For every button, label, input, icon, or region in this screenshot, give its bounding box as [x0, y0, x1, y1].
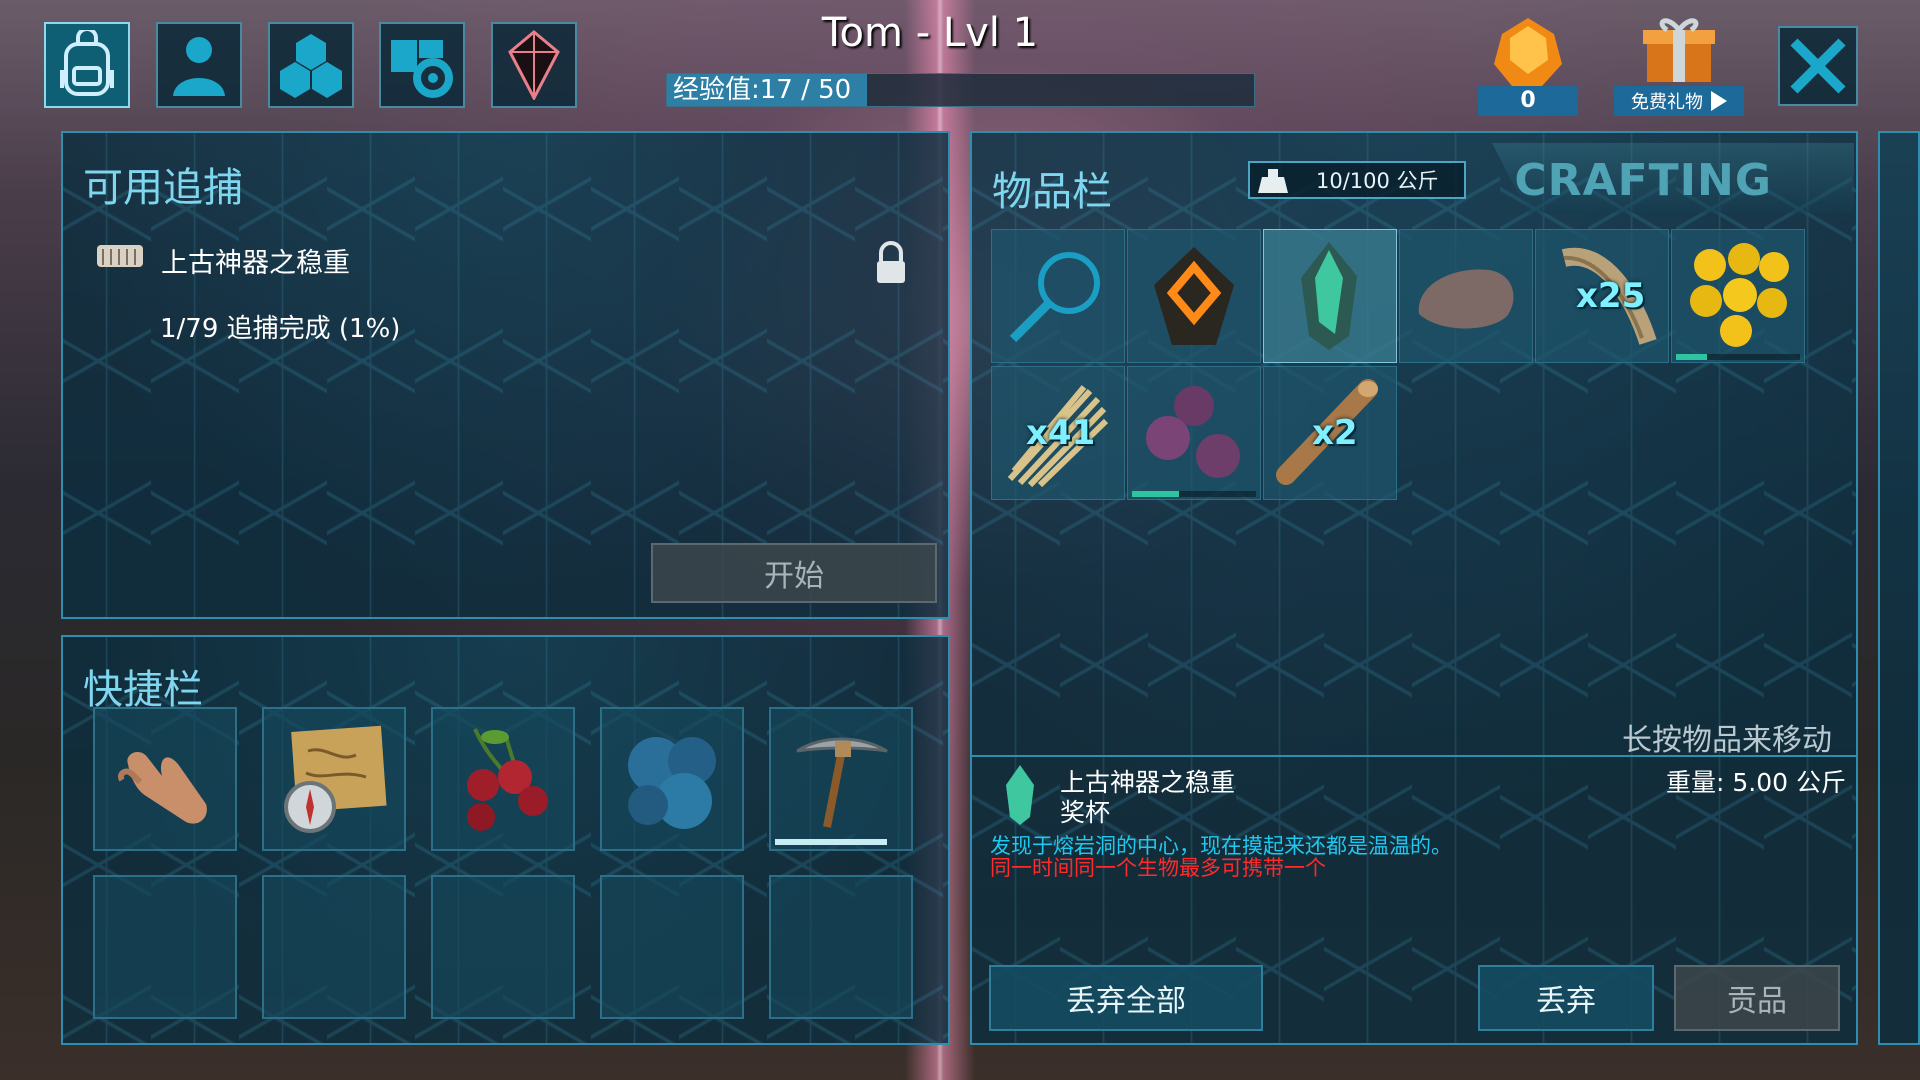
crafting-tab-label: CRAFTING: [1514, 155, 1772, 206]
play-triangle-icon: [1711, 91, 1727, 111]
drop-button[interactable]: 丢弃: [1478, 965, 1654, 1031]
amber-gem-icon: [1494, 18, 1562, 86]
inventory-slot-5[interactable]: x25: [1535, 229, 1669, 363]
free-gift-label: 免费礼物: [1631, 92, 1703, 113]
gem-count: 0: [1478, 86, 1578, 116]
close-button[interactable]: [1778, 26, 1858, 106]
move-hint: 长按物品来移动: [1622, 723, 1832, 758]
tab-character[interactable]: [156, 22, 242, 108]
hand-icon: [118, 751, 207, 824]
tab-artifacts[interactable]: [491, 22, 577, 108]
detail-divider: [972, 755, 1856, 757]
drop-all-button[interactable]: 丢弃全部: [989, 965, 1263, 1031]
hotbar-slot-4[interactable]: [600, 707, 744, 851]
purple-berries-icon: [1146, 386, 1240, 478]
inventory-slot-4[interactable]: [1399, 229, 1533, 363]
hunts-panel: 可用追捕 上古神器之稳重 1/79 追捕完成 (1%) 开始: [61, 131, 950, 619]
hotbar-slot-6[interactable]: [93, 875, 237, 1019]
hotbar-slot-8[interactable]: [431, 875, 575, 1019]
hotbar-slot-1[interactable]: [93, 707, 237, 851]
hunts-title: 可用追捕: [83, 165, 243, 211]
weight-indicator: 10/100 公斤: [1248, 161, 1466, 199]
side-panel-edge: [1878, 131, 1920, 1045]
detail-warning: 同一时间同一个生物最多可携带一个: [990, 856, 1326, 880]
map-compass-icon: [284, 725, 387, 833]
pickaxe-icon: [796, 737, 888, 828]
slot-6-freshness-bar: [1676, 354, 1707, 360]
inventory-slot-8[interactable]: [1127, 366, 1261, 500]
inventory-slot-3[interactable]: [1263, 229, 1397, 363]
free-gift-button[interactable]: 免费礼物: [1614, 12, 1744, 116]
backpack-icon: [60, 30, 114, 96]
blue-berries-icon: [628, 737, 716, 829]
person-icon: [173, 37, 225, 96]
pickaxe-durability-bar: [775, 839, 887, 845]
diamond-badge-icon: [1154, 247, 1234, 345]
green-crystal-artifact-icon: [1301, 242, 1357, 350]
weight-text: 10/100 公斤: [1316, 169, 1439, 193]
magnifier-icon: [1009, 252, 1100, 343]
close-icon: [1790, 38, 1846, 94]
inventory-panel: 物品栏 10/100 公斤 CRAFTING x25 x41 x2 长按物品来移…: [970, 131, 1858, 1045]
tab-tribe[interactable]: [268, 22, 354, 108]
cherry-berries-icon: [467, 728, 548, 831]
tab-crafting[interactable]: CRAFTING: [1492, 143, 1854, 213]
yellow-berries-icon: [1690, 243, 1789, 347]
detail-item-icon: [1006, 765, 1034, 825]
slot-9-quantity: x2: [1312, 413, 1358, 453]
inventory-slot-1[interactable]: [991, 229, 1125, 363]
stone-icon: [1418, 269, 1514, 329]
hotbar-slot-5[interactable]: [769, 707, 913, 851]
inventory-slot-9[interactable]: x2: [1263, 366, 1397, 500]
xp-bar: 经验值:17 / 50: [666, 73, 1255, 107]
hotbar-slot-7[interactable]: [262, 875, 406, 1019]
slot-5-quantity: x25: [1576, 276, 1646, 316]
slot-8-freshness-bar: [1132, 491, 1179, 497]
free-gift-label-bar: 免费礼物: [1614, 86, 1744, 116]
book-gear-icon: [391, 40, 453, 98]
player-title: Tom - Lvl 1: [821, 10, 1039, 56]
tab-inventory[interactable]: [44, 22, 130, 108]
weight-bag-icon: [1258, 169, 1288, 193]
hotbar-slot-9[interactable]: [600, 875, 744, 1019]
hunt-item-name: 上古神器之稳重: [161, 248, 350, 279]
detail-item-weight: 重量: 5.00 公斤: [1666, 768, 1846, 797]
hotbar-slot-2[interactable]: [262, 707, 406, 851]
gift-box-icon: [1643, 18, 1715, 82]
tribute-button[interactable]: 贡品: [1674, 965, 1840, 1031]
slot-7-quantity: x41: [1026, 413, 1096, 453]
gem-currency[interactable]: 0: [1478, 16, 1578, 116]
inventory-slot-7[interactable]: x41: [991, 366, 1125, 500]
inventory-title: 物品栏: [992, 169, 1112, 215]
artifact-crystal-icon: [508, 30, 560, 100]
hotbar-slot-10[interactable]: [769, 875, 913, 1019]
detail-item-type: 奖杯: [1060, 798, 1111, 827]
hexagon-tribe-icon: [280, 34, 342, 98]
bone-skull-icon: [97, 245, 143, 267]
lock-icon: [877, 241, 905, 283]
inventory-slot-2[interactable]: [1127, 229, 1261, 363]
xp-text: 经验值:17 / 50: [673, 75, 852, 105]
tab-engrams[interactable]: [379, 22, 465, 108]
hotbar-panel: 快捷栏: [61, 635, 950, 1045]
hunt-item-row[interactable]: 上古神器之稳重: [93, 233, 913, 293]
start-button[interactable]: 开始: [651, 543, 937, 603]
inventory-slot-6[interactable]: [1671, 229, 1805, 363]
hotbar-slot-3[interactable]: [431, 707, 575, 851]
hunt-progress-text: 1/79 追捕完成 (1%): [160, 314, 401, 344]
